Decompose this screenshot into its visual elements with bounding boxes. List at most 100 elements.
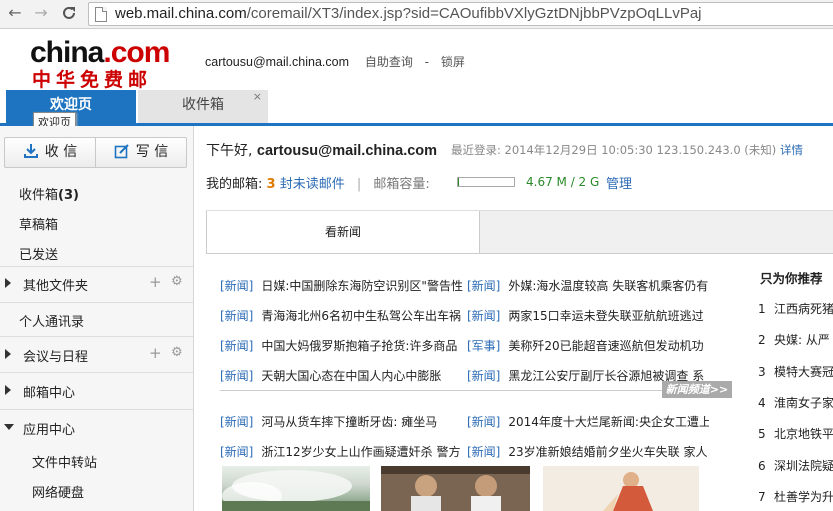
news-tag[interactable]: [新闻] bbox=[467, 415, 500, 429]
tab-read-news[interactable]: 看新闻 bbox=[206, 211, 480, 253]
news-tag[interactable]: [新闻] bbox=[220, 445, 253, 459]
recommend-item[interactable]: 5 北京地铁平 bbox=[758, 425, 833, 442]
forward-arrow-icon[interactable]: → bbox=[30, 2, 52, 24]
news-thumbnail[interactable] bbox=[222, 466, 370, 511]
news-title[interactable]: 日媒:中国删除东海防空识别区"警告性 bbox=[261, 279, 463, 293]
greeting-prefix: 下午好, bbox=[206, 143, 253, 159]
news-tag[interactable]: [军事] bbox=[467, 339, 500, 353]
sidebar-item-inbox[interactable]: 收件箱(3) bbox=[19, 184, 79, 203]
recommend-title[interactable]: 杜善学为升 bbox=[774, 490, 833, 504]
sidebar: 收 信 写 信 收件箱(3) 草稿箱 已发送 其他文件夹 + ⚙ 个人通讯录 会… bbox=[0, 126, 194, 511]
news-title[interactable]: 青海海北州6名初中生私驾公车出车祸 bbox=[261, 309, 461, 323]
sidebar-item-net-disk[interactable]: 网络硬盘 bbox=[32, 482, 84, 501]
gear-icon[interactable]: ⚙ bbox=[171, 345, 183, 360]
recommend-item[interactable]: 6 深圳法院疑 bbox=[758, 457, 833, 474]
unread-count[interactable]: 3 bbox=[267, 177, 276, 192]
sidebar-group-other-folders[interactable]: 其他文件夹 + ⚙ bbox=[0, 266, 193, 302]
news-tag[interactable]: [新闻] bbox=[220, 279, 253, 293]
news-item[interactable]: [新闻] 外媒:海水温度较高 失联客机乘客仍有 bbox=[467, 277, 709, 294]
back-arrow-icon[interactable]: ← bbox=[4, 2, 26, 24]
news-item[interactable]: [新闻] 青海海北州6名初中生私驾公车出车祸 bbox=[220, 307, 464, 324]
recommend-rank: 5 bbox=[758, 427, 766, 442]
sidebar-group-calendar[interactable]: 会议与日程 + ⚙ bbox=[0, 337, 193, 373]
close-icon[interactable]: × bbox=[253, 82, 262, 112]
logo-chinese: 中华免费邮 bbox=[32, 69, 153, 91]
recommend-rank: 3 bbox=[758, 364, 766, 379]
sidebar-item-contacts[interactable]: 个人通讯录 bbox=[19, 311, 84, 330]
address-bar[interactable]: web.mail.china.com/coremail/XT3/index.js… bbox=[88, 2, 833, 26]
logo-text-china: china bbox=[30, 36, 104, 69]
download-icon bbox=[23, 144, 38, 158]
recommend-item[interactable]: 4 淮南女子家 bbox=[758, 394, 833, 411]
capacity-label: 邮箱容量: bbox=[373, 177, 430, 192]
manage-link[interactable]: 管理 bbox=[606, 173, 632, 192]
sidebar-item-sent[interactable]: 已发送 bbox=[19, 244, 58, 263]
recommend-rank: 7 bbox=[758, 489, 766, 504]
recommend-rank: 1 bbox=[758, 302, 766, 316]
news-title[interactable]: 23岁准新娘结婚前夕坐火车失联 家人 bbox=[508, 445, 707, 459]
news-tag[interactable]: [新闻] bbox=[220, 309, 253, 323]
receive-button[interactable]: 收 信 bbox=[5, 138, 95, 167]
recommend-title[interactable]: 深圳法院疑 bbox=[774, 459, 833, 473]
recommend-title[interactable]: 北京地铁平 bbox=[774, 427, 833, 441]
expand-arrow-icon[interactable] bbox=[5, 385, 11, 395]
recommend-item[interactable]: 2 央媒: 从严 bbox=[758, 331, 830, 348]
news-thumbnail[interactable] bbox=[381, 466, 530, 511]
self-query-link[interactable]: 自助查询 bbox=[365, 55, 413, 69]
app-center-label: 应用中心 bbox=[23, 423, 76, 438]
news-item[interactable]: [新闻] 中国大妈俄罗斯抱箱子抢货:许多商品 bbox=[220, 337, 464, 354]
separator: | bbox=[356, 177, 362, 192]
sidebar-item-drafts[interactable]: 草稿箱 bbox=[19, 214, 58, 233]
news-item[interactable]: [新闻] 天朝大国心态在中国人内心中膨胀 bbox=[220, 367, 464, 384]
news-title[interactable]: 两家15口幸运未登失联亚航航班逃过 bbox=[508, 309, 703, 323]
news-title[interactable]: 中国大妈俄罗斯抱箱子抢货:许多商品 bbox=[261, 339, 457, 353]
news-title[interactable]: 外媒:海水温度较高 失联客机乘客仍有 bbox=[508, 279, 708, 293]
sidebar-group-mail-center[interactable]: 邮箱中心 bbox=[0, 373, 193, 409]
news-item[interactable]: [新闻] 浙江12岁少女上山作画疑遭奸杀 警方 bbox=[220, 443, 464, 460]
compose-button[interactable]: 写 信 bbox=[96, 138, 186, 167]
unread-mail-link[interactable]: 封未读邮件 bbox=[280, 177, 345, 192]
news-title[interactable]: 天朝大国心态在中国人内心中膨胀 bbox=[261, 369, 441, 383]
collapse-arrow-icon[interactable] bbox=[4, 424, 14, 430]
news-title[interactable]: 浙江12岁少女上山作画疑遭奸杀 警方 bbox=[261, 445, 460, 459]
sidebar-item-file-transfer[interactable]: 文件中转站 bbox=[32, 452, 97, 471]
news-tag[interactable]: [新闻] bbox=[467, 369, 500, 383]
recommend-item[interactable]: 1 江西病死猪 bbox=[758, 300, 833, 317]
expand-arrow-icon[interactable] bbox=[5, 349, 11, 359]
news-title[interactable]: 河马从货车摔下撞断牙齿: 瘫坐马 bbox=[261, 415, 437, 429]
sidebar-group-app-center[interactable]: 应用中心 bbox=[0, 410, 193, 446]
recommend-item[interactable]: 3 模特大赛冠 bbox=[758, 363, 833, 380]
news-channel-link[interactable]: 新闻频道>> bbox=[662, 381, 732, 398]
news-tag[interactable]: [新闻] bbox=[467, 279, 500, 293]
news-item[interactable]: [军事] 美称歼20已能超音速巡航但发动机功 bbox=[467, 337, 709, 354]
reload-icon[interactable] bbox=[58, 2, 80, 24]
lock-screen-link[interactable]: 锁屏 bbox=[441, 55, 465, 69]
news-thumbnail[interactable] bbox=[543, 466, 699, 511]
recommend-item[interactable]: 7 杜善学为升 bbox=[758, 488, 833, 505]
recommend-title[interactable]: 央媒: 从严 bbox=[774, 333, 830, 347]
news-item[interactable]: [新闻] 日媒:中国删除东海防空识别区"警告性 bbox=[220, 277, 464, 294]
details-link[interactable]: 详情 bbox=[780, 143, 803, 157]
news-title[interactable]: 2014年度十大烂尾新闻:央企女工遭上 bbox=[508, 415, 709, 429]
news-title[interactable]: 美称歼20已能超音速巡航但发动机功 bbox=[508, 339, 703, 353]
news-item[interactable]: [新闻] 23岁准新娘结婚前夕坐火车失联 家人 bbox=[467, 443, 709, 460]
news-tag[interactable]: [新闻] bbox=[220, 415, 253, 429]
news-item[interactable]: [新闻] 河马从货车摔下撞断牙齿: 瘫坐马 bbox=[220, 413, 464, 430]
news-item[interactable]: [新闻] 2014年度十大烂尾新闻:央企女工遭上 bbox=[467, 413, 709, 430]
expand-arrow-icon[interactable] bbox=[5, 278, 11, 288]
news-tag[interactable]: [新闻] bbox=[467, 445, 500, 459]
greeting: 下午好, cartousu@mail.china.com bbox=[206, 140, 437, 160]
gear-icon[interactable]: ⚙ bbox=[171, 274, 183, 289]
add-event-icon[interactable]: + bbox=[149, 344, 162, 362]
url-path: /coremail/XT3/index.jsp?sid=CAOufibbVXly… bbox=[246, 5, 702, 22]
news-tag[interactable]: [新闻] bbox=[220, 369, 253, 383]
recommend-title[interactable]: 江西病死猪 bbox=[774, 302, 833, 316]
recommend-title[interactable]: 淮南女子家 bbox=[774, 396, 833, 410]
tab-inbox[interactable]: 收件箱 × bbox=[138, 90, 268, 123]
recommend-title[interactable]: 模特大赛冠 bbox=[774, 365, 833, 379]
recommend-rank: 6 bbox=[758, 458, 766, 473]
news-tag[interactable]: [新闻] bbox=[467, 309, 500, 323]
news-tag[interactable]: [新闻] bbox=[220, 339, 253, 353]
news-item[interactable]: [新闻] 两家15口幸运未登失联亚航航班逃过 bbox=[467, 307, 709, 324]
add-folder-icon[interactable]: + bbox=[149, 273, 162, 291]
